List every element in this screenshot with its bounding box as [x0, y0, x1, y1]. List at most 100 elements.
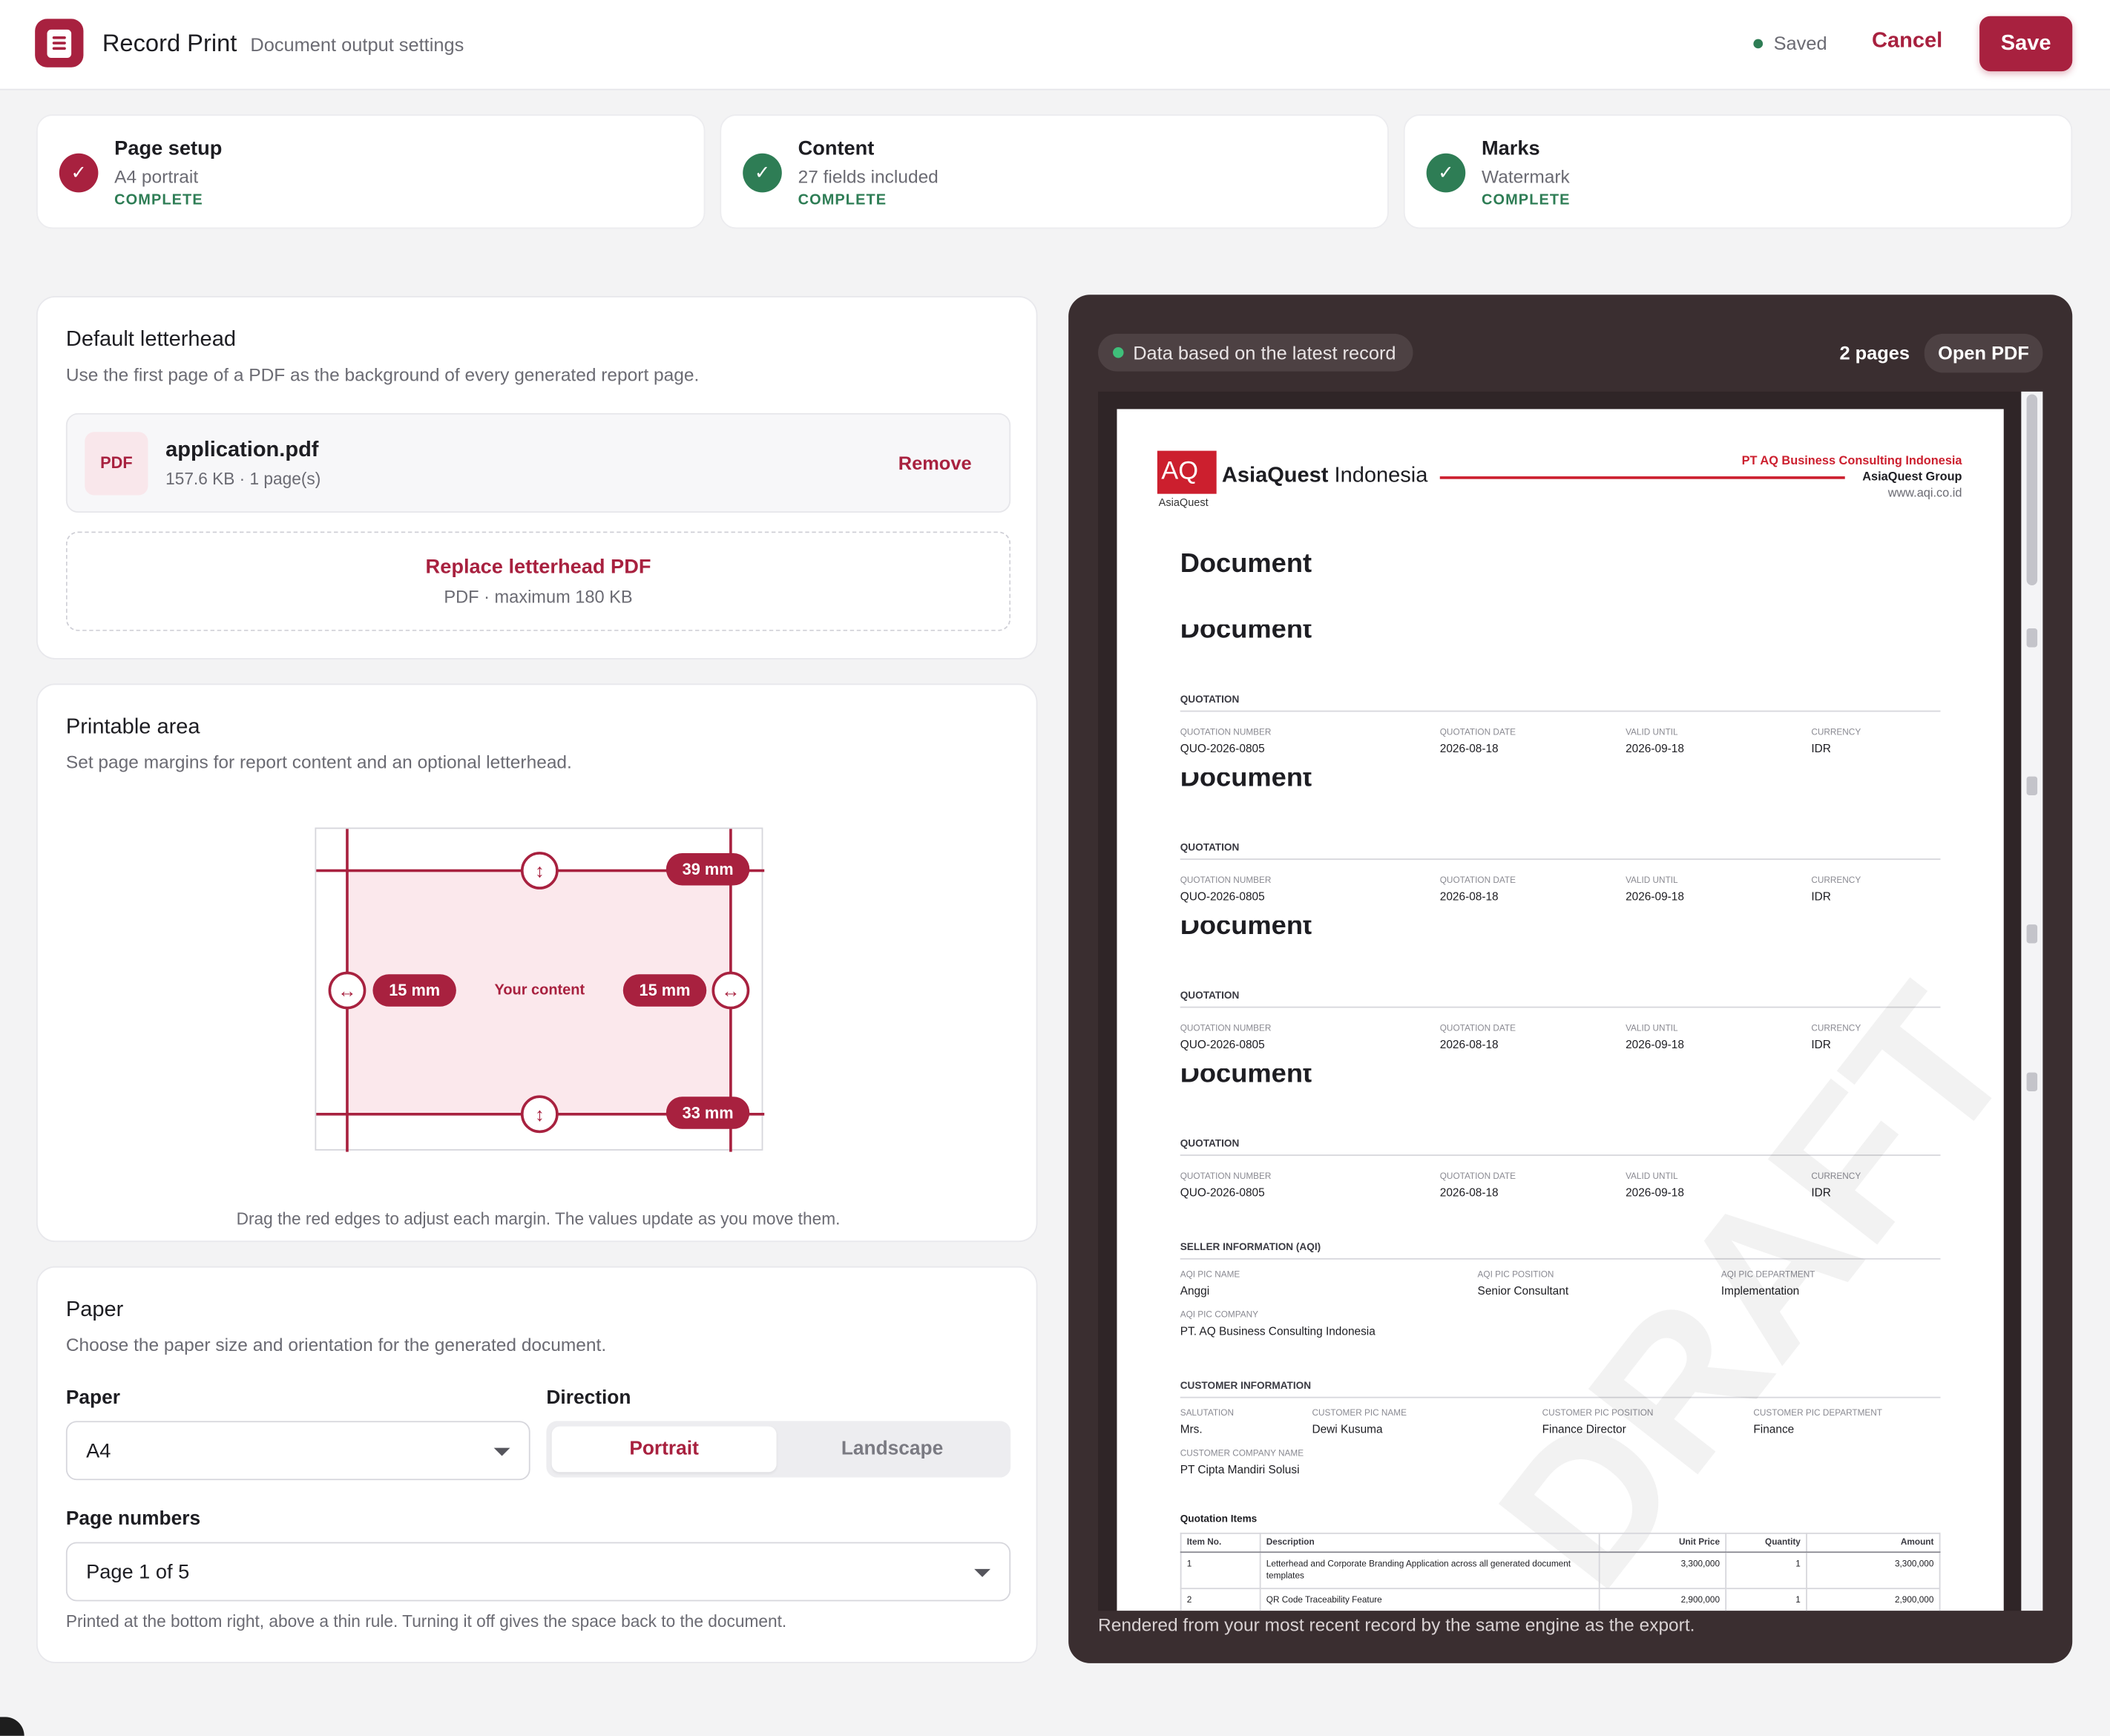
field-label: QUOTATION DATE: [1439, 875, 1516, 886]
doc-title: Document: [1180, 549, 1312, 579]
preview-panel: Data based on the latest record 2 pages …: [1068, 295, 2073, 1663]
table-cell: 1: [1725, 1588, 1807, 1611]
horizontal-resize-icon[interactable]: ↔: [711, 971, 750, 1010]
check-icon: ✓: [743, 153, 782, 193]
field-label: VALID UNTIL: [1626, 728, 1678, 737]
right-margin-value: 15 mm: [622, 974, 707, 1007]
file-name: application.pdf: [165, 438, 319, 462]
vertical-resize-icon[interactable]: ↕: [520, 1095, 559, 1134]
table-row: 2 QR Code Traceability Feature 2,900,000…: [1180, 1588, 1941, 1611]
save-button[interactable]: Save: [1979, 16, 2073, 72]
saved-status: Saved: [1753, 33, 1827, 54]
step-title: Page setup: [114, 137, 223, 160]
table-cell: QR Code Traceability Feature: [1259, 1588, 1600, 1611]
step-summary: Watermark: [1481, 166, 1570, 188]
company-block: PT AQ Business Consulting Indonesia Asia…: [1742, 452, 1962, 500]
field-value: QUO-2026-0805: [1180, 889, 1265, 904]
brand-bold: AsiaQuest: [1221, 464, 1329, 487]
paper-size-select[interactable]: A4: [65, 1421, 530, 1481]
open-pdf-button[interactable]: Open PDF: [1924, 333, 2043, 373]
live-dot-icon: [1113, 346, 1124, 358]
direction-toggle: Portrait Landscape: [546, 1421, 1011, 1478]
quotation-section: QUOTATION: [1180, 693, 1941, 712]
app-header: Record Print Document output settings Sa…: [0, 0, 2110, 91]
table-cell: 2: [1180, 1588, 1261, 1611]
horizontal-resize-icon[interactable]: ↔: [328, 971, 367, 1010]
step-title: Marks: [1481, 137, 1540, 160]
aq-logo-sub: AsiaQuest: [1158, 496, 1209, 509]
table-cell: 1: [1725, 1552, 1807, 1590]
items-title: Quotation Items: [1180, 1512, 1258, 1525]
field-value: QUO-2026-0805: [1180, 1185, 1265, 1200]
field-value: QUO-2026-0805: [1180, 1037, 1265, 1051]
field-label: AQI PIC POSITION: [1477, 1270, 1554, 1280]
field-value: 2026-08-18: [1439, 1185, 1499, 1200]
brand-name: AsiaQuest Indonesia: [1222, 464, 1427, 489]
field-value: 2026-08-18: [1439, 741, 1499, 755]
doc-title-repeat: Document: [1180, 625, 1312, 645]
quotation-section: QUOTATION: [1180, 989, 1941, 1008]
field-value: IDR: [1811, 741, 1831, 755]
app-logo-icon: [35, 19, 84, 68]
preview-scrollbar[interactable]: [2021, 391, 2043, 1611]
paper-title: Paper: [65, 1298, 124, 1322]
doc-title-repeat-text: Document: [1180, 920, 1312, 941]
step-marks[interactable]: ✓ Marks Watermark COMPLETE: [1403, 114, 2073, 229]
field-value: PT Cipta Mandiri Solusi: [1180, 1462, 1300, 1476]
aq-logo: AQ: [1157, 450, 1217, 494]
brand-rest: Indonesia: [1328, 464, 1428, 487]
quotation-section: QUOTATION: [1180, 841, 1941, 861]
printable-subtitle: Set page margins for report content and …: [65, 752, 572, 773]
saved-label: Saved: [1773, 32, 1827, 54]
pdf-file-icon: PDF: [85, 432, 148, 496]
chevron-down-icon: [974, 1568, 990, 1577]
step-status: COMPLETE: [1481, 192, 1571, 209]
field-value: Senior Consultant: [1477, 1283, 1569, 1298]
step-page-setup[interactable]: ✓ Page setup A4 portrait COMPLETE: [36, 114, 706, 229]
left-margin-value: 15 mm: [372, 974, 456, 1007]
top-margin-value: 39 mm: [665, 852, 750, 886]
replace-letterhead-hint: PDF · maximum 180 KB: [444, 586, 633, 608]
paper-card: Paper Choose the paper size and orientat…: [36, 1266, 1038, 1663]
scrollbar-thumb[interactable]: [2026, 394, 2038, 586]
doc-title-repeat: Document: [1180, 921, 1312, 941]
saved-dot-icon: [1753, 39, 1764, 48]
field-value: Dewi Kusuma: [1312, 1422, 1383, 1436]
replace-letterhead-dropzone[interactable]: Replace letterhead PDF PDF · maximum 180…: [65, 531, 1011, 631]
margin-diagram: ↕ ↕ ↔ ↔ 39 mm 33 mm 15 mm 15 mm Your con…: [315, 827, 765, 1152]
landscape-option[interactable]: Landscape: [779, 1427, 1005, 1473]
company-website: www.aqi.co.id: [1887, 485, 1962, 499]
portrait-option[interactable]: Portrait: [551, 1426, 777, 1473]
field-value: 2026-08-18: [1439, 1037, 1499, 1051]
remove-file-button[interactable]: Remove: [898, 452, 972, 473]
field-label: CUSTOMER COMPANY NAME: [1180, 1449, 1304, 1459]
page-numbers-select[interactable]: Page 1 of 5: [65, 1542, 1011, 1602]
step-summary: A4 portrait: [114, 166, 199, 188]
page-numbers-label: Page numbers: [65, 1508, 201, 1530]
field-label: CURRENCY: [1811, 875, 1861, 886]
table-cell: Letterhead and Corporate Branding Applic…: [1259, 1552, 1600, 1590]
field-label: AQI PIC COMPANY: [1180, 1310, 1258, 1321]
data-source-label: Data based on the latest record: [1133, 341, 1396, 364]
doc-title-repeat-text: Document: [1180, 772, 1312, 793]
cancel-button[interactable]: Cancel: [1872, 30, 1942, 54]
letterhead-card: Default letterhead Use the first page of…: [36, 296, 1038, 660]
step-content[interactable]: ✓ Content 27 fields included COMPLETE: [720, 114, 1389, 229]
field-label: VALID UNTIL: [1626, 1024, 1678, 1033]
field-label: SALUTATION: [1180, 1409, 1234, 1418]
step-status: COMPLETE: [798, 192, 887, 209]
chevron-down-icon: [493, 1447, 510, 1456]
page-numbers-value: Page 1 of 5: [86, 1561, 190, 1584]
document-page: AQ AsiaQuest AsiaQuest Indonesia PT AQ B…: [1117, 409, 2004, 1611]
field-value: 2026-09-18: [1626, 1037, 1684, 1051]
vertical-resize-icon[interactable]: ↕: [520, 852, 559, 890]
doc-title-repeat: Document: [1180, 1068, 1312, 1088]
page-count: 2 pages: [1839, 341, 1910, 364]
page-marker: [2026, 776, 2038, 795]
file-meta: 157.6 KB · 1 page(s): [165, 470, 321, 489]
field-value: IDR: [1811, 889, 1831, 904]
letterhead-title: Default letterhead: [65, 328, 236, 352]
table-header: Item No.: [1180, 1532, 1261, 1553]
field-value: 2026-09-18: [1626, 741, 1684, 755]
window-corner: [0, 1717, 24, 1736]
